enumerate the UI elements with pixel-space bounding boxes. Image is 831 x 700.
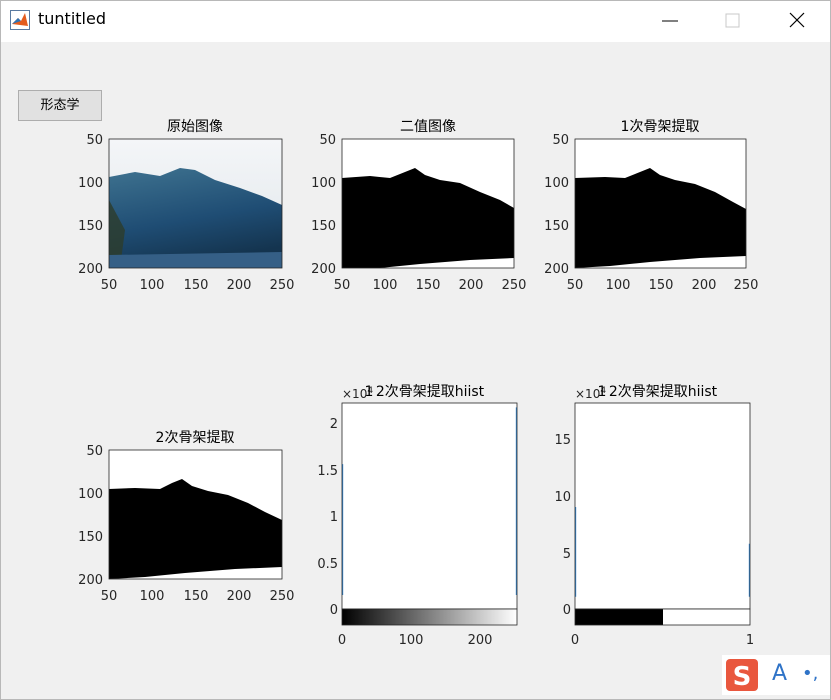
x-tick-label: 200 xyxy=(459,278,484,293)
axes-title-overlap: 1 xyxy=(365,384,374,400)
ime-punct-label: •, xyxy=(802,663,819,684)
x-tick-label: 1 xyxy=(746,633,754,648)
y-tick-label: 0.5 xyxy=(317,557,338,572)
axes-title: 原始图像 xyxy=(167,119,223,135)
svg-text:S: S xyxy=(733,662,752,692)
axes-title-overlap: 1 xyxy=(598,384,607,400)
gray-colorbar xyxy=(342,609,517,625)
y-tick-label: 100 xyxy=(544,176,569,191)
y-tick-label: 1 xyxy=(330,510,338,525)
x-tick-label: 200 xyxy=(468,633,493,648)
x-tick-label: 100 xyxy=(140,278,165,293)
x-tick-label: 0 xyxy=(338,633,346,648)
y-tick-label: 50 xyxy=(319,133,336,148)
y-tick-label: 50 xyxy=(86,444,103,459)
x-tick-label: 0 xyxy=(571,633,579,648)
axes-title: 2次骨架提取hiist xyxy=(376,384,485,400)
y-tick-label: 150 xyxy=(311,219,336,234)
x-tick-label: 250 xyxy=(270,278,295,293)
axes-title: 2次骨架提取hiist xyxy=(609,384,718,400)
x-tick-label: 250 xyxy=(270,589,295,604)
y-tick-label: 15 xyxy=(554,433,571,448)
x-tick-label: 150 xyxy=(416,278,441,293)
white-colorbar-segment xyxy=(663,609,750,625)
x-tick-label: 150 xyxy=(184,589,209,604)
y-tick-label: 150 xyxy=(78,219,103,234)
axes-title: 2次骨架提取 xyxy=(156,430,235,446)
x-tick-label: 100 xyxy=(140,589,165,604)
x-tick-label: 50 xyxy=(101,278,118,293)
x-tick-label: 250 xyxy=(734,278,759,293)
black-colorbar-segment xyxy=(575,609,663,625)
axes-binary-image: 二值图像 50 100 150 200 50 100 150 200 250 xyxy=(311,119,526,293)
ime-mode-label: A xyxy=(772,661,788,686)
y-tick-label: 50 xyxy=(86,133,103,148)
y-tick-label: 5 xyxy=(563,547,571,562)
ime-toolbar[interactable]: S A •, xyxy=(722,655,831,695)
y-tick-label: 150 xyxy=(544,219,569,234)
y-tick-label: 1.5 xyxy=(317,464,338,479)
axes-histogram-2: ×104 1 2次骨架提取hiist 15 10 5 0 0 1 xyxy=(554,384,754,648)
x-tick-label: 200 xyxy=(692,278,717,293)
y-tick-label: 200 xyxy=(544,262,569,277)
y-tick-label: 2 xyxy=(330,417,338,432)
y-tick-label: 100 xyxy=(78,487,103,502)
x-tick-label: 200 xyxy=(227,589,252,604)
x-tick-label: 50 xyxy=(334,278,351,293)
y-tick-label: 0 xyxy=(330,603,338,618)
y-tick-label: 150 xyxy=(78,530,103,545)
y-tick-label: 10 xyxy=(554,490,571,505)
x-tick-label: 150 xyxy=(184,278,209,293)
y-tick-label: 0 xyxy=(563,603,571,618)
x-tick-label: 250 xyxy=(502,278,527,293)
y-tick-label: 200 xyxy=(78,573,103,588)
x-tick-label: 50 xyxy=(101,589,118,604)
figure-canvas: 原始图像 50 100 150 200 50 100 150 200 250 二… xyxy=(78,119,758,648)
y-tick-label: 200 xyxy=(311,262,336,277)
y-tick-label: 100 xyxy=(311,176,336,191)
x-tick-label: 150 xyxy=(649,278,674,293)
axes-skeleton-2: 2次骨架提取 50 100 150 200 50 100 150 200 250 xyxy=(78,430,294,604)
x-tick-label: 200 xyxy=(227,278,252,293)
y-tick-label: 50 xyxy=(552,133,569,148)
x-tick-label: 100 xyxy=(373,278,398,293)
axes-histogram-1: ×104 1 2次骨架提取hiist 2 1.5 1 0.5 0 0 100 2… xyxy=(317,384,518,648)
axes-skeleton-1: 1次骨架提取 50 100 150 200 50 100 150 200 250 xyxy=(544,119,758,293)
x-tick-label: 100 xyxy=(606,278,631,293)
axes-title: 1次骨架提取 xyxy=(621,119,700,135)
axes-title: 二值图像 xyxy=(400,119,456,135)
x-tick-label: 50 xyxy=(567,278,584,293)
x-tick-label: 100 xyxy=(399,633,424,648)
y-tick-label: 200 xyxy=(78,262,103,277)
y-tick-label: 100 xyxy=(78,176,103,191)
axes-original-image: 原始图像 50 100 150 200 50 100 150 200 250 xyxy=(78,119,294,293)
